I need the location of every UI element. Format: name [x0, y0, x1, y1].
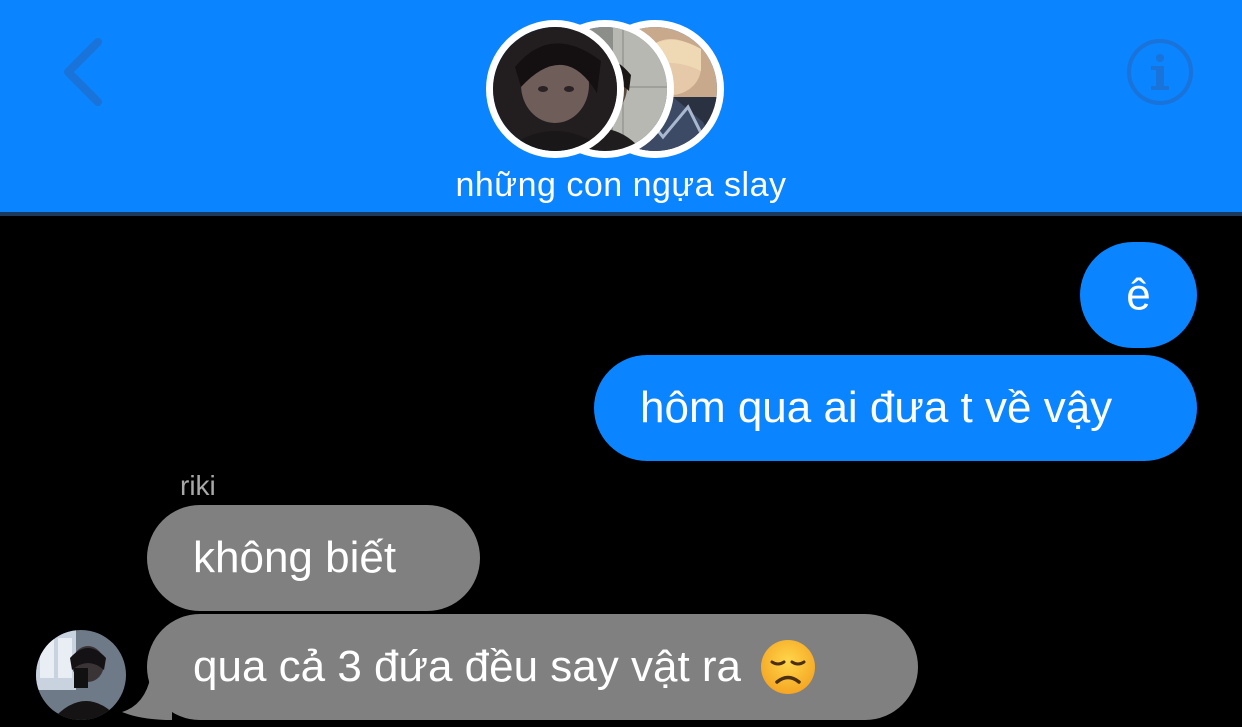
- message-text: hôm qua ai đưa t về vậy: [640, 383, 1113, 432]
- message-text: không biết: [193, 533, 397, 582]
- outgoing-message[interactable]: ê: [1080, 242, 1197, 348]
- group-avatars[interactable]: [486, 20, 736, 158]
- back-button[interactable]: [52, 36, 112, 108]
- info-icon: [1127, 39, 1193, 105]
- sender-name: riki: [180, 470, 216, 501]
- chat-header: những con ngựa slay: [0, 0, 1242, 212]
- outgoing-message[interactable]: hôm qua ai đưa t về vậy: [594, 355, 1197, 461]
- incoming-message[interactable]: qua cả 3 đứa đều say vật ra: [147, 614, 918, 720]
- header-divider: [0, 212, 1242, 216]
- info-button[interactable]: [1126, 38, 1194, 106]
- incoming-message[interactable]: không biết: [147, 505, 480, 611]
- group-member-avatar-1: [486, 20, 624, 158]
- message-text: qua cả 3 đứa đều say vật ra: [193, 642, 742, 691]
- disappointed-face-icon: [759, 638, 817, 696]
- chevron-left-icon: [64, 38, 102, 106]
- group-title[interactable]: những con ngựa slay: [0, 166, 1242, 205]
- message-text: ê: [1126, 270, 1151, 319]
- sender-avatar[interactable]: [36, 630, 126, 720]
- chat-screen: những con ngựa slay ê hôm qua ai đưa t v…: [0, 0, 1242, 727]
